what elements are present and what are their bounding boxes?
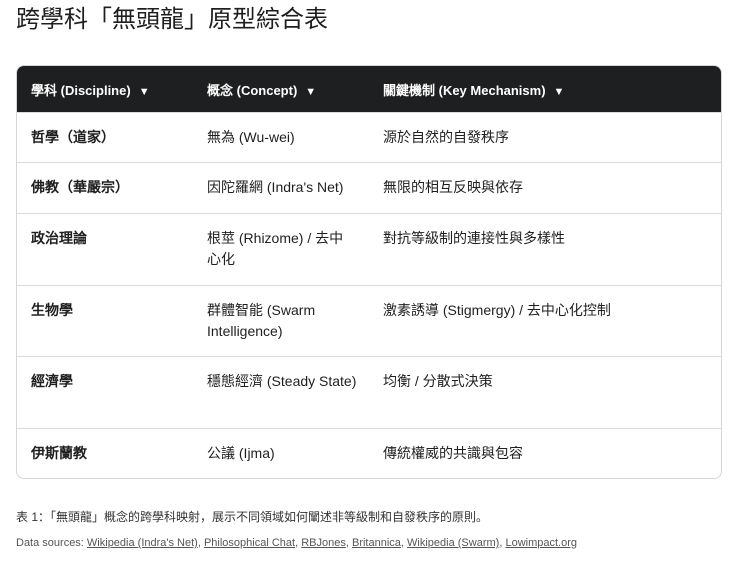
table-caption: 表 1：「無頭龍」概念的跨學科映射，展示不同領域如何闡述非等級制和自發秩序的原則… [16, 510, 489, 524]
cell-mechanism: 均衡 / 分散式決策 [383, 373, 493, 389]
source-link[interactable]: RBJones [301, 537, 346, 549]
source-link[interactable]: Philosophical Chat [204, 537, 295, 549]
cell-mechanism: 無限的相互反映與依存 [383, 179, 523, 195]
table-row: 伊斯蘭教 公議 (Ijma) 傳統權威的共識與包容 [17, 428, 721, 478]
header-label: 概念 (Concept) [207, 82, 298, 98]
cell-discipline: 生物學 [31, 302, 73, 318]
cell-discipline: 伊斯蘭教 [31, 445, 87, 461]
page-title: 跨學科「無頭龍」原型綜合表 [16, 6, 328, 33]
header-label: 關鍵機制 (Key Mechanism) [383, 82, 546, 98]
sort-down-icon[interactable]: ▼ [139, 86, 150, 98]
cell-concept: 公議 (Ijma) [207, 445, 275, 461]
sort-down-icon[interactable]: ▼ [554, 86, 565, 98]
cell-concept: 無為 (Wu-wei) [207, 129, 295, 145]
header-discipline[interactable]: 學科 (Discipline) ▼ [31, 80, 150, 99]
cell-concept: 穩態經濟 (Steady State) [207, 373, 357, 389]
table-row: 哲學（道家） 無為 (Wu-wei) 源於自然的自發秩序 [17, 112, 721, 162]
cell-mechanism: 傳統權威的共識與包容 [383, 445, 523, 461]
table-row: 經濟學 穩態經濟 (Steady State) 均衡 / 分散式決策 [17, 356, 721, 428]
cell-concept: 群體智能 (Swarm Intelligence) [207, 302, 316, 339]
table-row: 生物學 群體智能 (Swarm Intelligence) 激素誘導 (Stigme… [17, 285, 721, 356]
cell-discipline: 經濟學 [31, 373, 73, 389]
data-sources: Data sources: Wikipedia (Indra's Net), P… [16, 537, 577, 549]
table-row: 政治理論 根莖 (Rhizome) / 去中心化 對抗等級制的連接性與多樣性 [17, 213, 721, 285]
data-table: 學科 (Discipline) ▼ 概念 (Concept) ▼ 關鍵機制 (Key… [16, 65, 722, 479]
cell-concept: 因陀羅網 (Indra's Net) [207, 179, 344, 195]
header-mechanism[interactable]: 關鍵機制 (Key Mechanism) ▼ [383, 80, 564, 99]
cell-mechanism: 對抗等級制的連接性與多樣性 [383, 230, 565, 246]
cell-mechanism: 激素誘導 (Stigmergy) / 去中心化控制 [383, 302, 611, 318]
source-link[interactable]: Lowimpact.org [505, 537, 577, 549]
table-row: 佛教（華嚴宗） 因陀羅網 (Indra's Net) 無限的相互反映與依存 [17, 162, 721, 213]
source-link[interactable]: Wikipedia (Indra's Net) [87, 537, 198, 549]
header-concept[interactable]: 概念 (Concept) ▼ [207, 80, 357, 99]
cell-discipline: 佛教（華嚴宗） [31, 179, 129, 195]
sort-down-icon[interactable]: ▼ [305, 86, 316, 98]
cell-concept: 根莖 (Rhizome) / 去中心化 [207, 230, 344, 267]
table-header: 學科 (Discipline) ▼ 概念 (Concept) ▼ 關鍵機制 (Key… [17, 66, 721, 112]
cell-mechanism: 源於自然的自發秩序 [383, 129, 509, 145]
cell-discipline: 哲學（道家） [31, 129, 115, 145]
cell-discipline: 政治理論 [31, 230, 87, 246]
sources-label: Data sources: [16, 537, 87, 549]
source-link[interactable]: Britannica [352, 537, 401, 549]
header-label: 學科 (Discipline) [31, 82, 131, 98]
source-link[interactable]: Wikipedia (Swarm) [407, 537, 499, 549]
